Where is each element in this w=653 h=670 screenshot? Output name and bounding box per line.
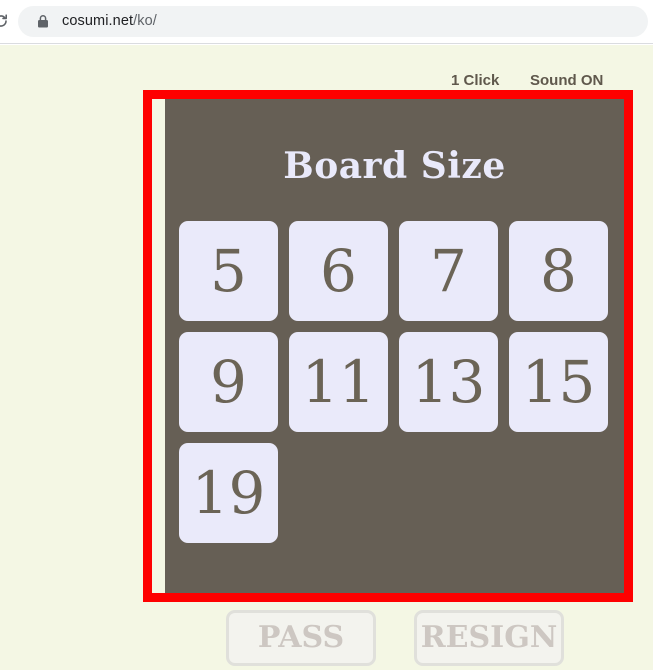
reload-icon[interactable] <box>0 6 16 36</box>
resign-button[interactable]: RESIGN <box>414 610 564 666</box>
board-size-button-19[interactable]: 19 <box>179 443 278 543</box>
board-size-row: 9 11 13 15 <box>179 332 619 432</box>
pass-button[interactable]: PASS <box>226 610 376 666</box>
board-size-button-7[interactable]: 7 <box>399 221 498 321</box>
sound-toggle[interactable]: Sound ON <box>530 72 603 89</box>
board-size-button-6[interactable]: 6 <box>289 221 388 321</box>
board-size-button-5[interactable]: 5 <box>179 221 278 321</box>
browser-toolbar: cosumi.net/ko/ <box>0 0 653 44</box>
toolbar-divider <box>0 43 653 44</box>
board-size-row: 19 <box>179 443 619 543</box>
lock-glyph <box>38 15 48 28</box>
url-text: cosumi.net/ko/ <box>62 11 157 32</box>
board-size-row: 5 6 7 8 <box>179 221 619 321</box>
page-title: Board Size <box>283 145 506 187</box>
lock-icon[interactable] <box>36 14 50 29</box>
page-content: 1 Click Sound ON Board Size 5 6 7 8 9 11… <box>0 45 653 666</box>
browser-chrome: cosumi.net/ko/ <box>0 0 653 45</box>
board-size-button-13[interactable]: 13 <box>399 332 498 432</box>
board-size-panel: Board Size 5 6 7 8 9 11 13 15 19 <box>165 99 624 593</box>
click-mode-toggle[interactable]: 1 Click <box>451 72 499 89</box>
board-size-button-9[interactable]: 9 <box>179 332 278 432</box>
url-path: /ko/ <box>133 13 157 29</box>
action-row: PASS RESIGN <box>0 610 653 670</box>
address-bar[interactable]: cosumi.net/ko/ <box>18 6 648 37</box>
board-size-button-11[interactable]: 11 <box>289 332 388 432</box>
url-domain: cosumi.net <box>62 13 134 29</box>
board-size-button-15[interactable]: 15 <box>509 332 608 432</box>
board-size-grid: 5 6 7 8 9 11 13 15 19 <box>179 221 619 554</box>
board-size-button-8[interactable]: 8 <box>509 221 608 321</box>
reload-glyph <box>0 14 7 27</box>
